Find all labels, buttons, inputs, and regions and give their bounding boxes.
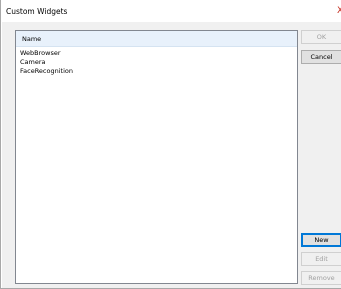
title-bar[interactable]: Custom Widgets X bbox=[1, 0, 341, 22]
new-button[interactable]: New bbox=[301, 233, 341, 247]
window-title: Custom Widgets bbox=[6, 7, 68, 16]
list-item-facerecognition[interactable]: FaceRecognition bbox=[20, 67, 220, 76]
cancel-button[interactable]: Cancel bbox=[301, 50, 341, 64]
ok-button[interactable]: OK bbox=[301, 30, 341, 44]
list-item-webbrowser[interactable]: WebBrowser bbox=[20, 49, 220, 58]
close-icon[interactable]: X bbox=[337, 6, 341, 16]
name-column-header: Name bbox=[22, 35, 42, 43]
list-header[interactable]: Name bbox=[16, 31, 297, 47]
remove-button[interactable]: Remove bbox=[301, 271, 341, 285]
custom-widgets-dialog: Custom Widgets X Name WebBrowser Camera … bbox=[0, 0, 341, 289]
list-item-camera[interactable]: Camera bbox=[20, 58, 220, 67]
widget-list[interactable]: Name WebBrowser Camera FaceRecognition bbox=[15, 30, 298, 284]
edit-button[interactable]: Edit bbox=[301, 252, 341, 266]
